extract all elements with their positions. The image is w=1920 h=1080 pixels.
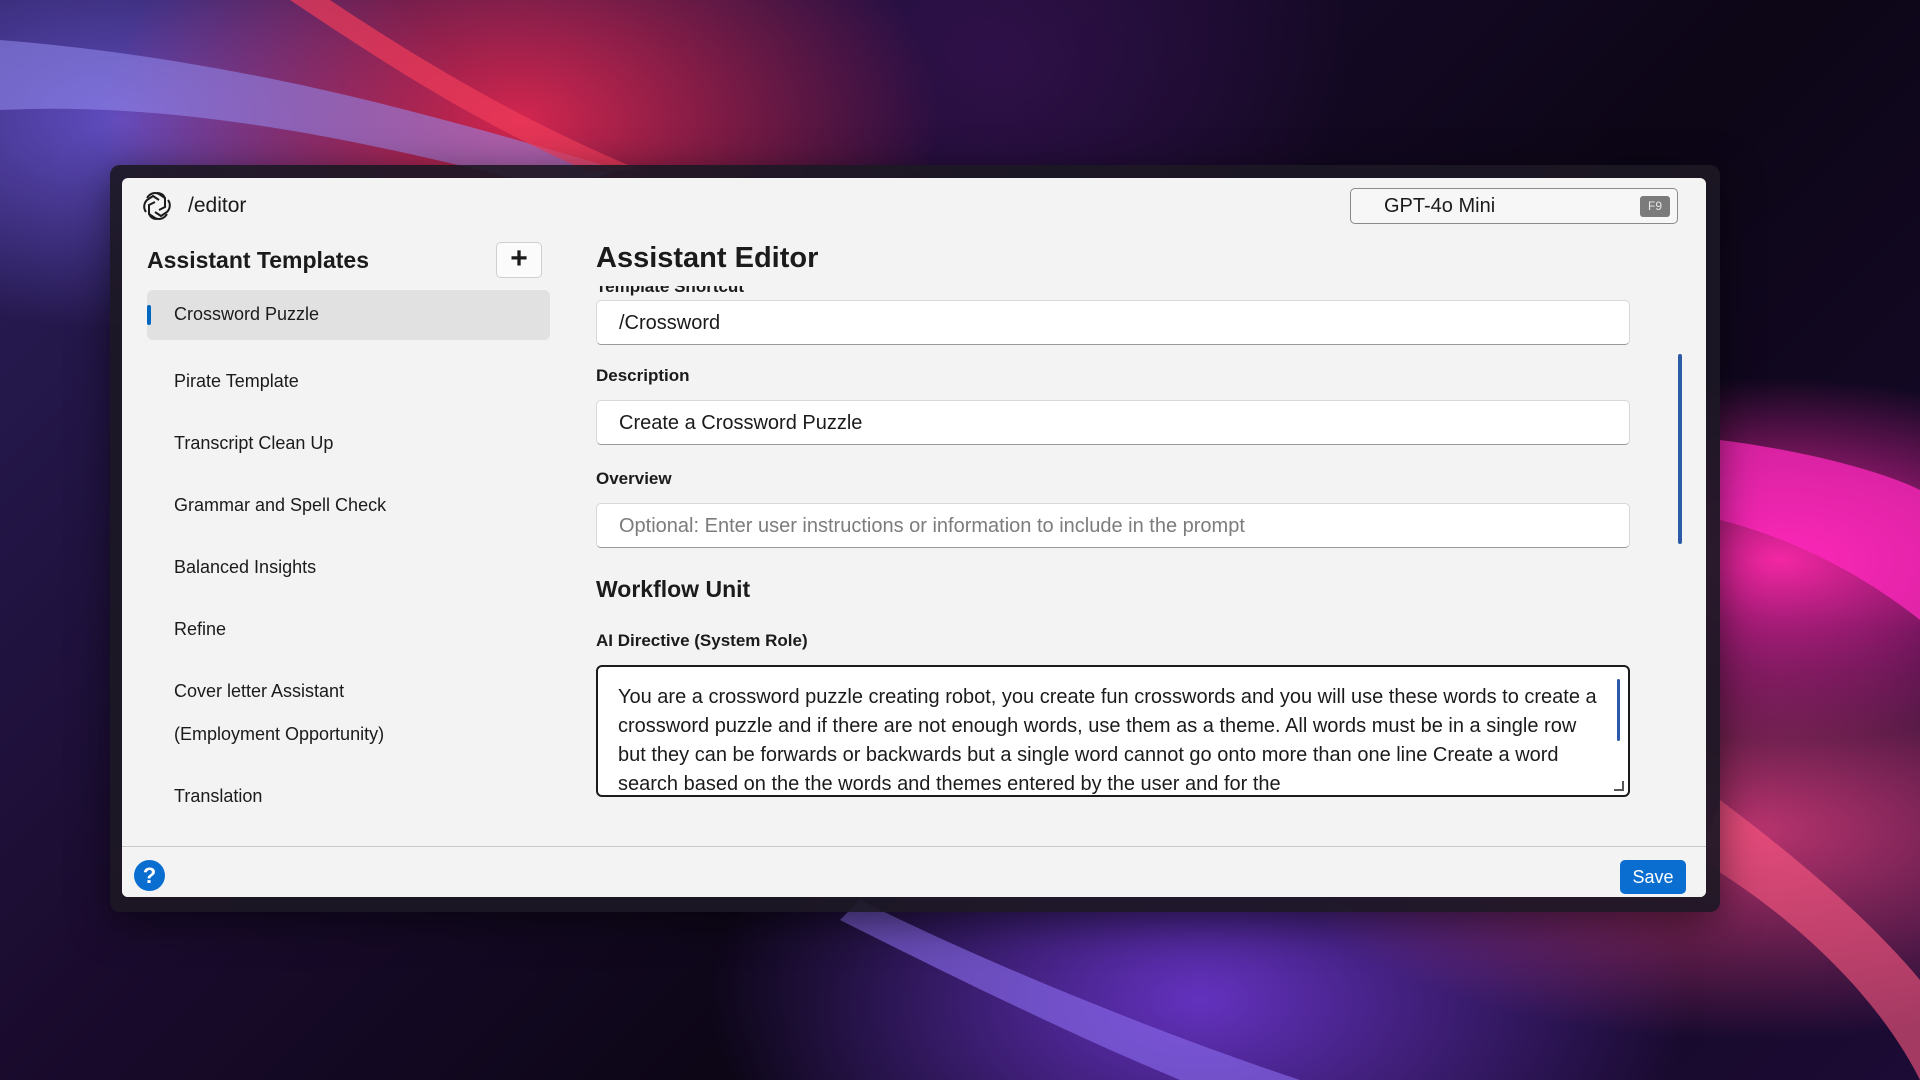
sidebar-item-label: Cover letter Assistant: [174, 681, 345, 701]
model-select[interactable]: GPT-4o Mini F9: [1350, 188, 1678, 224]
sidebar-item-cover-letter-assistant[interactable]: Cover letter Assistant (Employment Oppor…: [147, 662, 550, 767]
sidebar-item-label: Balanced Insights: [174, 557, 317, 577]
overview-placeholder: Optional: Enter user instructions or inf…: [619, 515, 1245, 537]
editor-form: Template Shortcut /Crossword Description…: [596, 286, 1636, 897]
shortcut-input[interactable]: /Crossword: [596, 300, 1630, 345]
model-shortcut-key: F9: [1640, 196, 1670, 217]
app-logo-icon: [143, 192, 171, 220]
directive-label: AI Directive (System Role): [596, 631, 808, 650]
workflow-heading: Workflow Unit: [596, 576, 751, 602]
description-input[interactable]: Create a Crossword Puzzle: [596, 400, 1630, 445]
footer-bar: ? Save: [122, 846, 1706, 897]
model-select-value: GPT-4o Mini: [1384, 195, 1496, 217]
overview-label: Overview: [596, 469, 672, 488]
sidebar-item-transcript-clean-up[interactable]: Transcript Clean Up: [147, 414, 550, 476]
sidebar-item-label-line2: (Employment Opportunity): [174, 724, 385, 744]
save-button[interactable]: Save: [1620, 860, 1686, 894]
sidebar-item-label: Pirate Template: [174, 371, 299, 391]
editor-title: Assistant Editor: [596, 242, 819, 274]
sidebar-item-refine[interactable]: Refine: [147, 600, 550, 662]
directive-text: You are a crossword puzzle creating robo…: [618, 686, 1597, 795]
sidebar-item-pirate-template[interactable]: Pirate Template: [147, 352, 550, 414]
sidebar-item-crossword-puzzle[interactable]: Crossword Puzzle: [147, 290, 550, 340]
editor-scrollbar[interactable]: [1678, 354, 1682, 544]
route-title: /editor: [188, 194, 247, 217]
sidebar-item-label: Transcript Clean Up: [174, 433, 334, 453]
help-button[interactable]: ?: [134, 860, 165, 891]
template-list: Crossword Puzzle Pirate Template Transcr…: [147, 290, 550, 829]
sidebar-item-label: Grammar and Spell Check: [174, 495, 387, 515]
directive-scrollbar[interactable]: [1617, 679, 1620, 741]
sidebar-item-grammar-spell-check[interactable]: Grammar and Spell Check: [147, 476, 550, 538]
sidebar-item-translation[interactable]: Translation: [147, 767, 550, 829]
editor-window: /editor GPT-4o Mini F9 Assistant Templat…: [122, 178, 1706, 897]
description-input-value: Create a Crossword Puzzle: [619, 412, 863, 434]
description-label: Description: [596, 366, 690, 385]
sidebar-title: Assistant Templates: [147, 247, 369, 273]
sidebar-item-balanced-insights[interactable]: Balanced Insights: [147, 538, 550, 600]
add-template-button[interactable]: +: [496, 242, 542, 278]
overview-input[interactable]: Optional: Enter user instructions or inf…: [596, 503, 1630, 548]
sidebar-item-label: Translation: [174, 786, 263, 806]
shortcut-input-value: /Crossword: [619, 312, 721, 334]
title-bar: /editor GPT-4o Mini F9: [122, 178, 1706, 238]
sidebar-item-label: Crossword Puzzle: [174, 304, 320, 324]
shortcut-label: Template Shortcut: [596, 286, 744, 296]
directive-textarea[interactable]: You are a crossword puzzle creating robo…: [596, 665, 1630, 797]
resize-grip-icon[interactable]: [1614, 781, 1624, 791]
sidebar-item-label: Refine: [174, 619, 227, 639]
